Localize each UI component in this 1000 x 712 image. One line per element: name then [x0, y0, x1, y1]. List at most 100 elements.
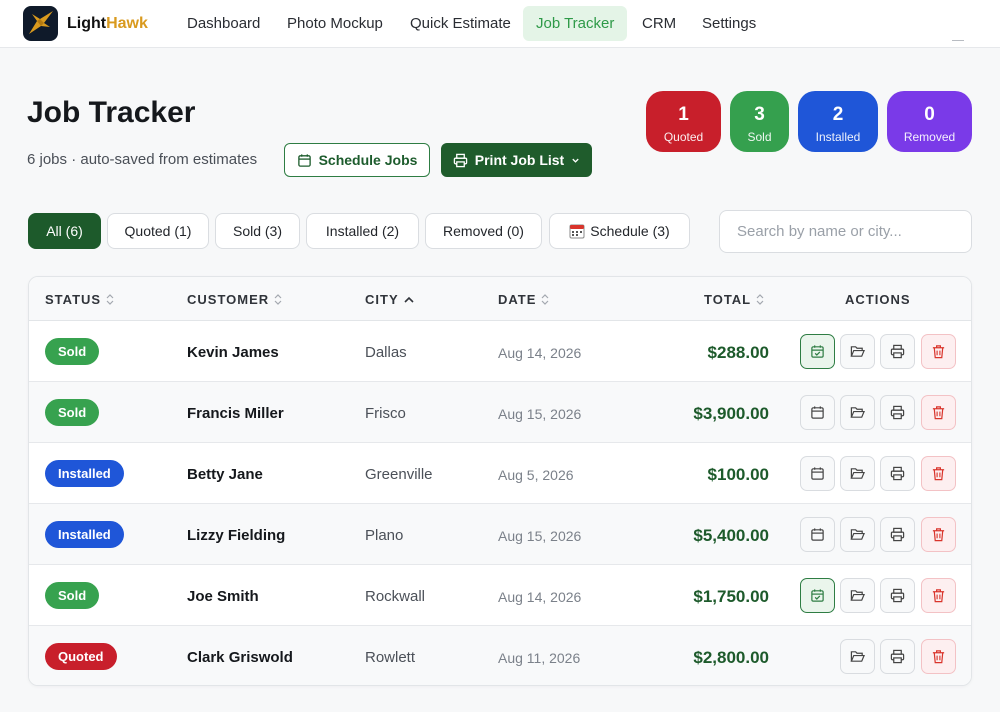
nav-crm[interactable]: CRM [629, 6, 689, 41]
nav-dashboard[interactable]: Dashboard [174, 6, 273, 41]
table-row[interactable]: Sold Francis Miller Frisco Aug 15, 2026 … [29, 382, 971, 443]
delete-button[interactable] [921, 456, 956, 491]
col-total[interactable]: TOTAL [704, 292, 764, 307]
table-row[interactable]: Installed Betty Jane Greenville Aug 5, 2… [29, 443, 971, 504]
date-cell: Aug 15, 2026 [498, 406, 582, 422]
open-folder-button[interactable] [840, 395, 875, 430]
customer-name[interactable]: Lizzy Fielding [187, 527, 285, 544]
filter-all[interactable]: All (6) [28, 213, 101, 249]
col-status[interactable]: STATUS [45, 292, 114, 307]
folder-open-icon [850, 590, 865, 601]
status-badge: Sold [45, 338, 100, 365]
delete-button[interactable] [921, 334, 956, 369]
filter-sold[interactable]: Sold (3) [215, 213, 300, 249]
filter-installed[interactable]: Installed (2) [306, 213, 419, 249]
open-folder-button[interactable] [840, 639, 875, 674]
schedule-button[interactable] [800, 517, 835, 552]
schedule-button[interactable] [800, 395, 835, 430]
sort-icon [756, 294, 764, 305]
delete-button[interactable] [921, 578, 956, 613]
open-folder-button[interactable] [840, 456, 875, 491]
total-cell: $3,900.00 [693, 404, 769, 423]
table-header: STATUS CUSTOMER CITY DATE TOTAL ACTIONS [29, 277, 971, 321]
print-button[interactable] [880, 517, 915, 552]
printer-icon [890, 405, 905, 420]
col-customer[interactable]: CUSTOMER [187, 292, 282, 307]
schedule-button[interactable] [800, 456, 835, 491]
date-cell: Aug 11, 2026 [498, 650, 581, 666]
customer-name[interactable]: Kevin James [187, 344, 279, 361]
table-row[interactable]: Quoted Clark Griswold Rowlett Aug 11, 20… [29, 626, 971, 685]
trash-icon [932, 467, 945, 481]
sort-ascending-icon [404, 296, 414, 303]
customer-name[interactable]: Francis Miller [187, 405, 284, 422]
status-badge: Installed [45, 521, 124, 548]
date-cell: Aug 14, 2026 [498, 589, 582, 605]
app-name-light: Light [67, 15, 107, 32]
nav-job-tracker[interactable]: Job Tracker [523, 6, 628, 41]
col-date-label: DATE [498, 292, 537, 307]
date-cell: Aug 5, 2026 [498, 467, 574, 483]
calendar-icon [811, 528, 824, 541]
open-folder-button[interactable] [840, 334, 875, 369]
customer-name[interactable]: Clark Griswold [187, 649, 293, 666]
customer-name[interactable]: Joe Smith [187, 588, 259, 605]
total-cell: $1,750.00 [693, 587, 769, 606]
total-cell: $100.00 [707, 465, 769, 484]
nav-photo-mockup[interactable]: Photo Mockup [274, 6, 396, 41]
col-actions: ACTIONS [845, 292, 911, 307]
open-folder-button[interactable] [840, 517, 875, 552]
date-cell: Aug 14, 2026 [498, 345, 582, 361]
print-button[interactable] [880, 639, 915, 674]
stat-quoted: 1 Quoted [646, 91, 721, 152]
total-cell: $2,800.00 [693, 648, 769, 667]
stat-installed-label: Installed [815, 130, 861, 144]
print-button[interactable] [880, 334, 915, 369]
delete-button[interactable] [921, 517, 956, 552]
filter-removed[interactable]: Removed (0) [425, 213, 542, 249]
trash-icon [932, 589, 945, 603]
delete-button[interactable] [921, 639, 956, 674]
calendar-check-icon [811, 589, 824, 602]
app-name: LightHawk [67, 15, 148, 33]
printer-icon [890, 527, 905, 542]
filter-quoted[interactable]: Quoted (1) [107, 213, 209, 249]
printer-icon [890, 344, 905, 359]
stat-removed: 0 Removed [887, 91, 972, 152]
sort-icon [106, 294, 114, 305]
calendar-icon [811, 467, 824, 480]
city-cell: Plano [365, 527, 404, 544]
app-name-hawk: Hawk [106, 15, 148, 32]
stat-installed-value: 2 [832, 104, 844, 125]
nav-settings[interactable]: Settings [689, 6, 769, 41]
date-cell: Aug 15, 2026 [498, 528, 582, 544]
city-cell: Dallas [365, 344, 407, 361]
col-date[interactable]: DATE [498, 292, 549, 307]
print-button[interactable] [880, 456, 915, 491]
print-job-list-button[interactable]: Print Job List [441, 143, 592, 177]
customer-name[interactable]: Betty Jane [187, 466, 263, 483]
print-button[interactable] [880, 395, 915, 430]
schedule-button[interactable] [800, 578, 835, 613]
table-row[interactable]: Sold Joe Smith Rockwall Aug 14, 2026 $1,… [29, 565, 971, 626]
schedule-button[interactable] [800, 334, 835, 369]
trash-icon [932, 528, 945, 542]
open-folder-button[interactable] [840, 578, 875, 613]
sort-icon [274, 294, 282, 305]
col-city[interactable]: CITY [365, 292, 414, 307]
status-badge: Installed [45, 460, 124, 487]
table-row[interactable]: Sold Kevin James Dallas Aug 14, 2026 $28… [29, 321, 971, 382]
stat-sold-value: 3 [754, 104, 765, 125]
printer-icon [453, 153, 468, 167]
city-cell: Rockwall [365, 588, 426, 605]
nav-quick-estimate[interactable]: Quick Estimate [397, 6, 524, 41]
delete-button[interactable] [921, 395, 956, 430]
col-actions-label: ACTIONS [845, 292, 911, 307]
search-input[interactable] [719, 210, 972, 253]
print-button[interactable] [880, 578, 915, 613]
lighthawk-logo[interactable] [23, 6, 58, 41]
schedule-jobs-button[interactable]: Schedule Jobs [284, 143, 430, 177]
filter-schedule[interactable]: Schedule (3) [549, 213, 690, 249]
top-nav: LightHawk Dashboard Photo Mockup Quick E… [0, 0, 1000, 48]
table-row[interactable]: Installed Lizzy Fielding Plano Aug 15, 2… [29, 504, 971, 565]
